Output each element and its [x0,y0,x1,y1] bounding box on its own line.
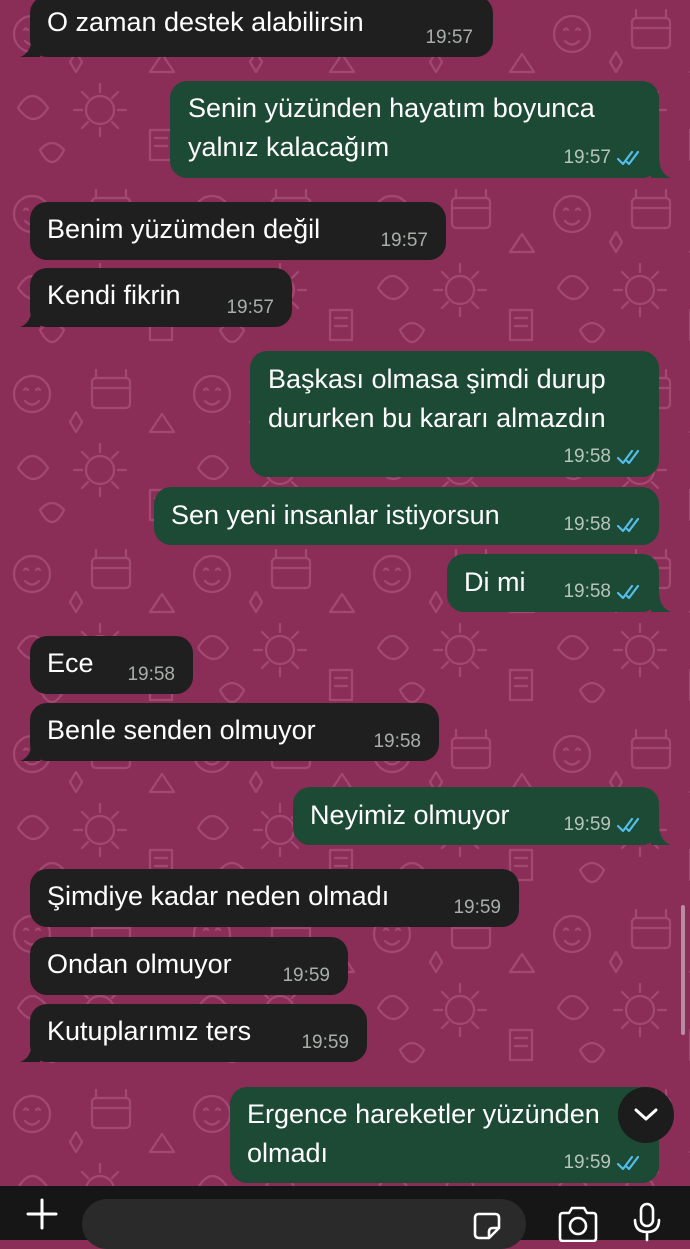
message-time: 19:58 [127,664,175,685]
incoming-message[interactable]: Kutuplarımız ters 19:59 [30,1004,367,1062]
message-text: Neyimiz olmuyor [310,800,510,830]
outgoing-message[interactable]: Neyimiz olmuyor 19:59 [293,787,659,845]
message-text: Benim yüzümden değil [47,214,321,244]
message-time: 19:59 [301,1032,349,1053]
double-check-icon [617,517,640,533]
camera-icon[interactable] [556,1206,600,1242]
message-meta: 19:58 [563,581,643,603]
message-text-line: Başkası olmasa şimdi durup [268,364,606,394]
bubble-tail [20,35,40,57]
message-time: 19:58 [373,731,421,752]
message-meta: 19:58 [563,514,643,536]
bubble-tail [20,739,40,761]
message-meta: 19:57 [563,147,643,169]
message-text: Kutuplarımız ters [47,1016,252,1046]
message-text: Ondan olmuyor [47,949,232,979]
message-composer [0,1186,690,1249]
outgoing-message[interactable]: Senin yüzünden hayatım boyunca yalnız ka… [170,81,659,178]
message-time: 19:59 [563,1152,611,1173]
message-time: 19:59 [453,897,501,918]
message-text-line: Ergence hareketler yüzünden [247,1099,600,1129]
double-check-icon [617,584,640,600]
message-time: 19:58 [563,446,611,467]
message-time: 19:57 [226,297,274,318]
message-time: 19:58 [563,514,611,535]
message-text: Benle senden olmuyor [47,715,316,745]
outgoing-message[interactable]: Di mi 19:58 [447,554,659,612]
double-check-icon [617,817,640,833]
sticker-icon[interactable] [471,1210,503,1242]
message-text: Kendi fikrin [47,280,181,310]
outgoing-message[interactable]: Sen yeni insanlar istiyorsun 19:58 [154,487,659,545]
double-check-icon [617,150,640,166]
incoming-message[interactable]: Şimdiye kadar neden olmadı 19:59 [30,869,519,927]
bubble-tail [20,305,40,327]
bubble-tail [651,156,671,178]
message-text: Şimdiye kadar neden olmadı [47,881,390,911]
bubble-tail [651,823,671,845]
message-time: 19:57 [425,27,473,48]
bubble-tail [20,1040,40,1062]
message-text-line: yalnız kalacağım [188,132,390,162]
message-time: 19:57 [380,230,428,251]
double-check-icon [617,449,640,465]
message-text-line: dururken bu kararı almazdın [268,403,606,433]
incoming-message[interactable]: Ondan olmuyor 19:59 [30,937,348,995]
incoming-message[interactable]: Kendi fikrin 19:57 [30,268,292,327]
scroll-to-bottom-button[interactable] [618,1087,674,1143]
microphone-icon[interactable] [632,1202,662,1242]
incoming-message[interactable]: Ece 19:58 [30,636,193,694]
message-time: 19:59 [563,814,611,835]
plus-icon[interactable] [22,1194,62,1234]
message-text: Di mi [464,567,526,597]
double-check-icon [617,1155,640,1171]
incoming-message[interactable]: O zaman destek alabilirsin 19:57 [30,0,493,57]
incoming-message[interactable]: Benle senden olmuyor 19:58 [30,703,439,761]
chevron-down-icon [634,1108,658,1121]
message-text: Sen yeni insanlar istiyorsun [171,500,500,530]
message-meta: 19:58 [563,446,643,468]
scrollbar[interactable] [681,905,685,1035]
message-input[interactable] [82,1199,526,1249]
message-time: 19:58 [563,581,611,602]
message-time: 19:57 [563,147,611,168]
message-text: Ece [47,648,94,678]
message-meta: 19:59 [563,814,643,836]
message-list[interactable]: O zaman destek alabilirsin 19:57 Senin y… [0,0,690,1185]
outgoing-message[interactable]: Başkası olmasa şimdi durup dururken bu k… [250,351,659,477]
bubble-tail [651,590,671,612]
message-text-line: Senin yüzünden hayatım boyunca [188,93,595,123]
message-time: 19:59 [282,965,330,986]
incoming-message[interactable]: Benim yüzümden değil 19:57 [30,202,446,260]
message-text: O zaman destek alabilirsin [47,7,364,37]
message-text-line: olmadı [247,1138,329,1168]
outgoing-message[interactable]: Ergence hareketler yüzünden olmadı 19:59 [230,1087,659,1183]
message-meta: 19:59 [563,1152,643,1174]
